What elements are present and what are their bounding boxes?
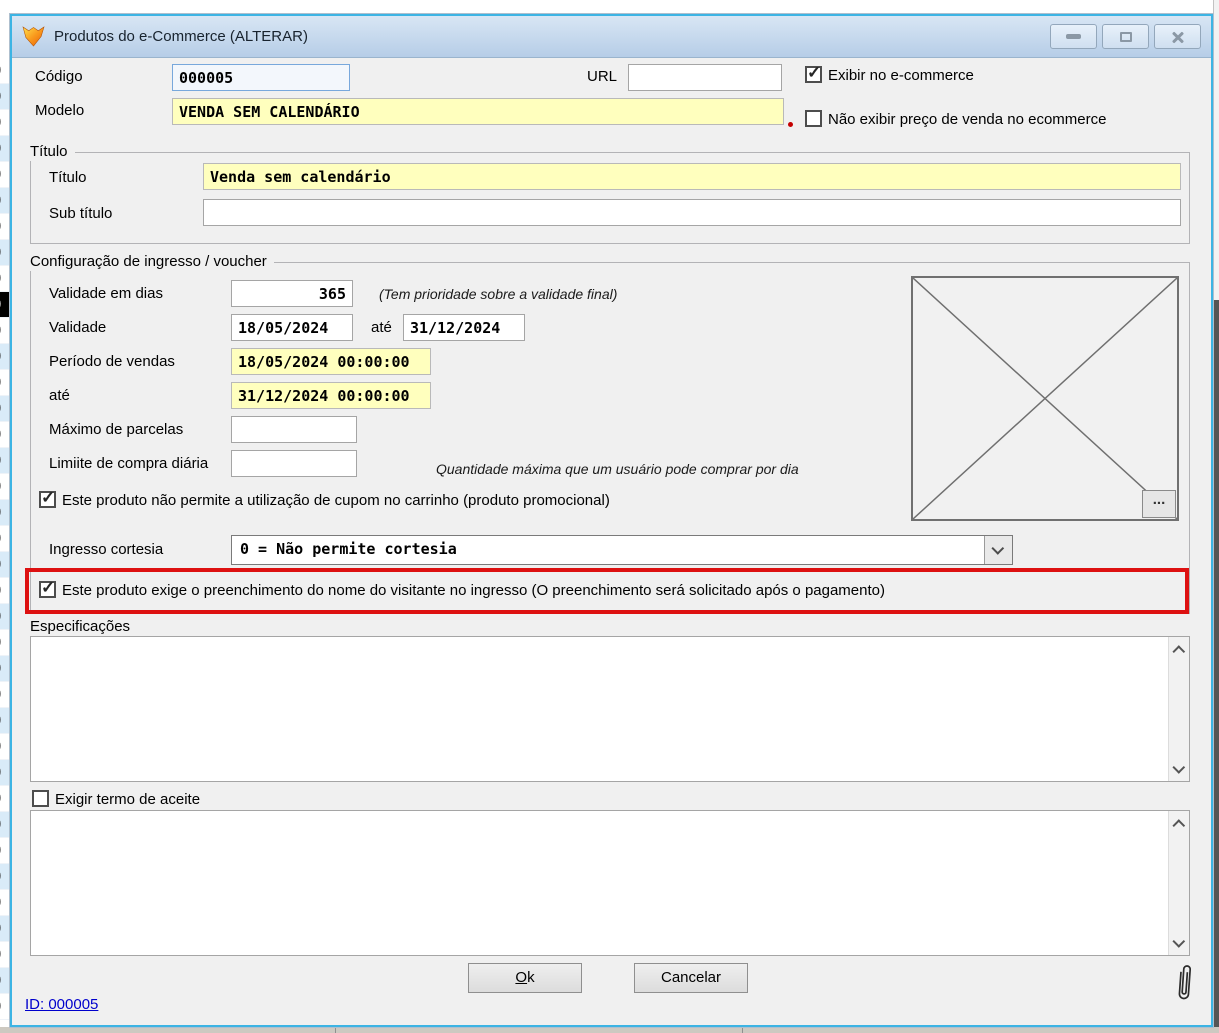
validade-ate-label: até — [371, 319, 392, 336]
minimize-icon — [1066, 34, 1081, 39]
close-button[interactable] — [1154, 24, 1201, 49]
required-field-dot — [788, 122, 793, 127]
modelo-label: Modelo — [35, 102, 84, 119]
maximize-button[interactable] — [1102, 24, 1149, 49]
attachment-paperclip-icon[interactable] — [1172, 959, 1196, 1012]
modelo-input[interactable] — [172, 98, 784, 125]
checkbox-icon — [39, 491, 56, 508]
highlight-red-box: Este produto exige o preenchimento do no… — [25, 568, 1189, 614]
checkbox-icon — [39, 581, 56, 598]
ingresso-cortesia-select[interactable]: 0 = Não permite cortesia — [231, 535, 1013, 565]
periodo-ate-label: até — [49, 387, 70, 404]
dropdown-button[interactable] — [984, 536, 1012, 564]
subtitulo-label: Sub título — [49, 205, 112, 222]
minimize-button[interactable] — [1050, 24, 1097, 49]
url-label: URL — [587, 68, 617, 85]
ingresso-cortesia-value: 0 = Não permite cortesia — [232, 536, 984, 564]
scroll-up-icon[interactable] — [1169, 813, 1189, 833]
config-group-caption: Configuração de ingresso / voucher — [30, 253, 274, 271]
nao-exibir-preco-label: Não exibir preço de venda no ecommerce — [828, 110, 1106, 128]
subtitulo-input[interactable] — [203, 199, 1181, 226]
nome-visitante-checkbox[interactable]: Este produto exige o preenchimento do no… — [39, 581, 885, 599]
max-parcelas-input[interactable] — [231, 416, 357, 443]
id-link[interactable]: ID: 000005 — [25, 996, 98, 1013]
background-grid-line — [742, 1027, 743, 1033]
close-icon — [1171, 30, 1185, 44]
app-fox-icon — [22, 26, 45, 47]
validade-de-input[interactable] — [231, 314, 353, 341]
ok-button-accel: O — [515, 969, 527, 986]
titulo-label: Título — [49, 169, 87, 186]
periodo-ate-input[interactable] — [231, 382, 431, 409]
background-right-shadow — [1213, 300, 1219, 1027]
exibir-ecommerce-label: Exibir no e-commerce — [828, 66, 974, 84]
checkbox-icon — [805, 66, 822, 83]
validade-ate-input[interactable] — [403, 314, 525, 341]
nao-exibir-preco-checkbox[interactable]: Não exibir preço de venda no ecommerce — [805, 110, 1106, 128]
codigo-label: Código — [35, 68, 83, 85]
maximize-icon — [1120, 32, 1132, 42]
background-bottom-strip — [0, 1027, 1219, 1033]
limite-compra-note: Quantidade máxima que um usuário pode co… — [436, 461, 799, 477]
especificacoes-label: Especificações — [30, 618, 130, 635]
validade-dias-input[interactable] — [231, 280, 353, 307]
codigo-input[interactable] — [172, 64, 350, 91]
ok-button-rest: k — [527, 969, 535, 986]
empty-image-cross-icon — [913, 278, 1177, 519]
especificacoes-scrollbar[interactable] — [1168, 637, 1189, 781]
titulo-group-caption: Título — [30, 143, 75, 161]
max-parcelas-label: Máximo de parcelas — [49, 421, 183, 438]
produtos-ecommerce-dialog: Produtos do e-Commerce (ALTERAR) Código … — [10, 14, 1213, 1027]
exigir-termo-checkbox[interactable]: Exigir termo de aceite — [32, 790, 200, 808]
titulo-group: Título Título Sub título — [30, 152, 1190, 244]
product-image-box: ... — [911, 276, 1179, 521]
cupom-label: Este produto não permite a utilização de… — [62, 491, 610, 509]
exigir-termo-label: Exigir termo de aceite — [55, 790, 200, 808]
periodo-vendas-input[interactable] — [231, 348, 431, 375]
validade-dias-label: Validade em dias — [49, 285, 163, 302]
limite-compra-input[interactable] — [231, 450, 357, 477]
scroll-down-icon[interactable] — [1169, 759, 1189, 779]
checkbox-icon — [805, 110, 822, 127]
limite-compra-label: Limiite de compra diária — [49, 455, 208, 472]
titulo-input[interactable] — [203, 163, 1181, 190]
checkbox-icon — [32, 790, 49, 807]
background-right-strip — [1213, 0, 1219, 300]
validade-label: Validade — [49, 319, 106, 336]
especificacoes-textarea[interactable] — [30, 636, 1190, 782]
title-bar[interactable]: Produtos do e-Commerce (ALTERAR) — [12, 16, 1211, 58]
browse-image-button[interactable]: ... — [1142, 490, 1176, 518]
termo-scrollbar[interactable] — [1168, 811, 1189, 955]
scroll-down-icon[interactable] — [1169, 933, 1189, 953]
ingresso-cortesia-label: Ingresso cortesia — [49, 541, 163, 558]
config-ingresso-group: Configuração de ingresso / voucher Valid… — [30, 262, 1190, 614]
validade-dias-note: (Tem prioridade sobre a validade final) — [379, 286, 617, 302]
ok-button[interactable]: Ok — [468, 963, 582, 993]
background-grid-line — [335, 1027, 336, 1033]
periodo-vendas-label: Período de vendas — [49, 353, 175, 370]
scroll-up-icon[interactable] — [1169, 639, 1189, 659]
cancel-button[interactable]: Cancelar — [634, 963, 748, 993]
window-title: Produtos do e-Commerce (ALTERAR) — [54, 28, 308, 45]
cupom-checkbox[interactable]: Este produto não permite a utilização de… — [39, 491, 610, 509]
exibir-ecommerce-checkbox[interactable]: Exibir no e-commerce — [805, 66, 974, 84]
chevron-down-icon — [991, 542, 1004, 555]
url-input[interactable] — [628, 64, 782, 91]
nome-visitante-label: Este produto exige o preenchimento do no… — [62, 581, 885, 599]
termo-textarea[interactable] — [30, 810, 1190, 956]
